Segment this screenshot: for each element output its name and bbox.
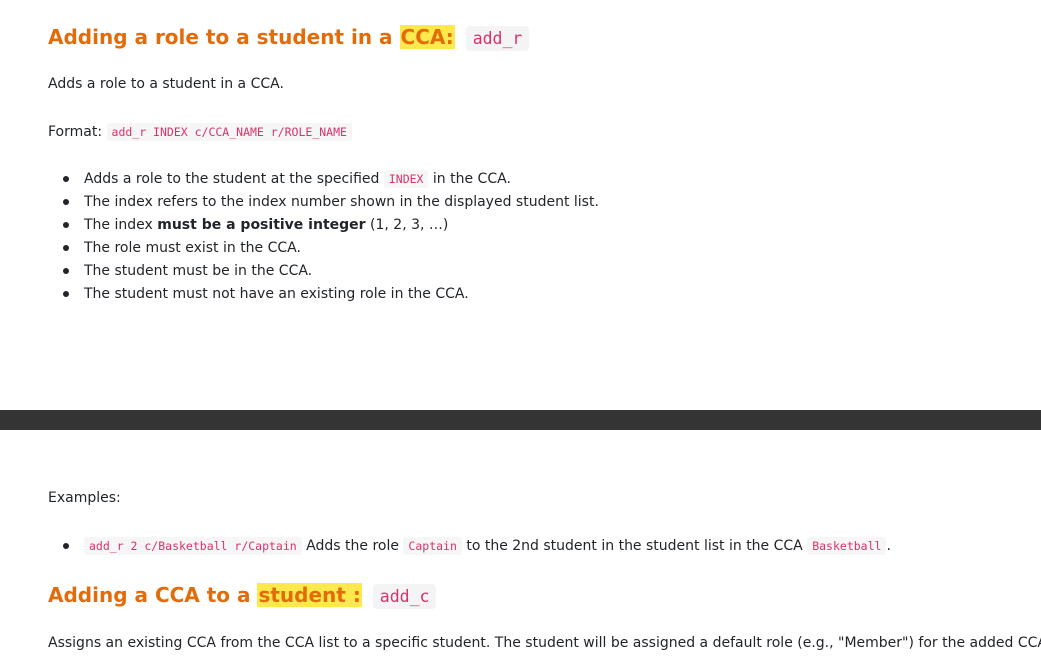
heading-add-cca: Adding a CCA to a student : add_c [48,580,437,612]
heading-add-cca-command: add_c [372,584,437,609]
list-item: add_r 2 c/Basketball r/Captain Adds the … [0,535,891,558]
list-item: The role must exist in the CCA. [0,237,599,260]
list-item: Adds a role to the student at the specif… [0,168,599,191]
bottom-page-section: Examples: add_r 2 c/Basketball r/Captain… [0,430,1041,670]
format-command: add_r INDEX c/CCA_NAME r/ROLE_NAME [106,123,352,141]
list-item: The index must be a positive integer (1,… [0,214,599,237]
inline-code-captain: Captain [403,537,462,555]
heading-add-role: Adding a role to a student in a CCA: add… [48,22,530,54]
page-break-band [0,410,1041,430]
add-role-description: Adds a role to a student in a CCA. [48,76,284,92]
examples-list: add_r 2 c/Basketball r/Captain Adds the … [0,535,891,558]
list-item: The index refers to the index number sho… [0,191,599,214]
heading-add-role-highlight: CCA: [399,25,455,49]
inline-code-basketball: Basketball [807,537,887,555]
add-role-rules-list: Adds a role to the student at the specif… [0,168,599,306]
heading-add-role-text: Adding a role to a student in a [48,25,400,49]
examples-label: Examples: [48,490,121,506]
heading-add-role-command: add_r [465,26,530,51]
list-item: The student must be in the CCA. [0,260,599,283]
add-role-format: Format: add_r INDEX c/CCA_NAME r/ROLE_NA… [48,122,352,142]
top-page-section: Adding a role to a student in a CCA: add… [0,0,1041,410]
bold-text: must be a positive integer [157,217,366,233]
add-cca-description: Assigns an existing CCA from the CCA lis… [48,635,1041,651]
format-label: Format: [48,124,103,140]
inline-code-index: INDEX [383,170,429,188]
list-item: The student must not have an existing ro… [0,283,599,306]
example-command: add_r 2 c/Basketball r/Captain [84,537,302,555]
heading-add-cca-highlight: student : [257,583,362,607]
heading-add-cca-text: Adding a CCA to a [48,583,258,607]
